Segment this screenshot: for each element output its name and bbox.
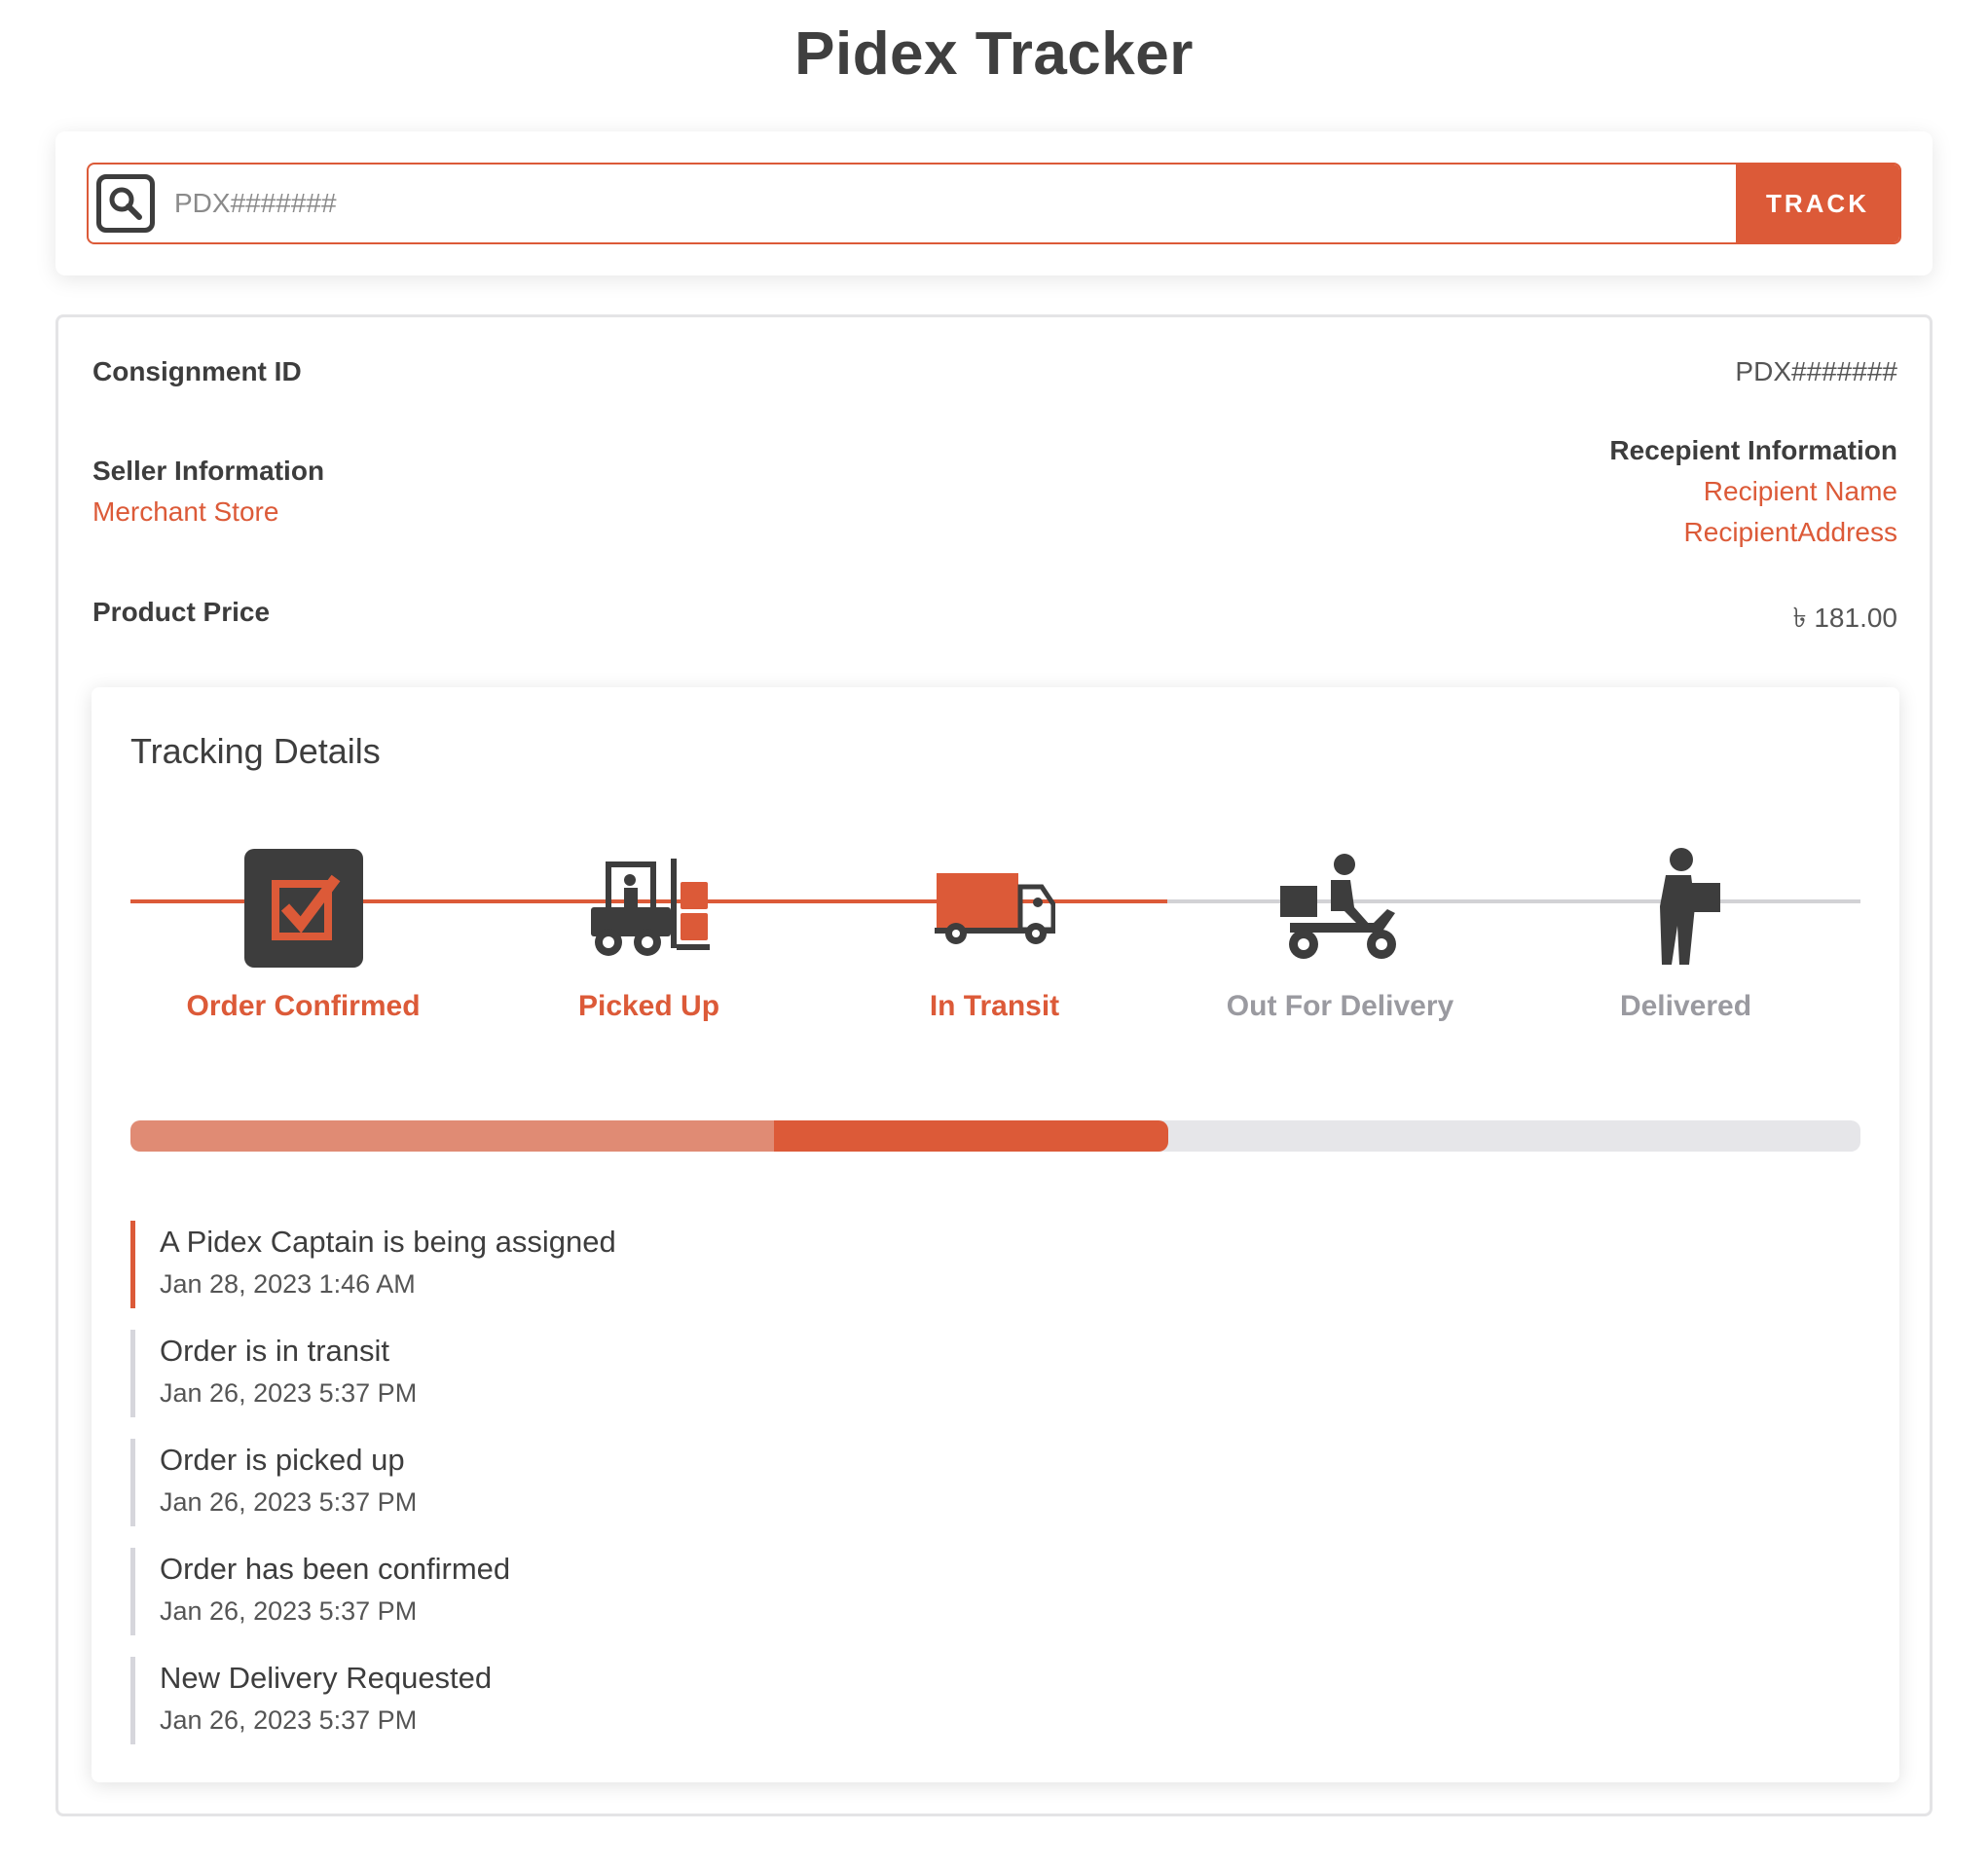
track-button[interactable]: TRACK xyxy=(1736,165,1899,242)
recipient-name: Recipient Name xyxy=(1703,476,1897,506)
search-input[interactable] xyxy=(155,165,1736,242)
history-title: New Delivery Requested xyxy=(160,1661,493,1695)
history-item: Order has been confirmed Jan 26, 2023 5:… xyxy=(130,1548,1007,1635)
product-price-label: Product Price xyxy=(92,597,271,627)
step-label: Delivered xyxy=(1619,990,1752,1022)
progress-fill-current xyxy=(774,1120,1169,1152)
checkbox-icon xyxy=(243,848,364,969)
history-item: New Delivery Requested Jan 26, 2023 5:37… xyxy=(130,1657,1007,1744)
step-order-confirmed: Order Confirmed xyxy=(130,848,476,1023)
step-label: Picked Up xyxy=(577,990,720,1022)
search-icon[interactable] xyxy=(96,174,155,233)
history-item: A Pidex Captain is being assigned Jan 28… xyxy=(130,1221,1007,1308)
page-title: Pidex Tracker xyxy=(794,20,1194,88)
history-time: Jan 28, 2023 1:46 AM xyxy=(160,1269,416,1299)
step-label: In Transit xyxy=(929,990,1060,1022)
step-out-for-delivery: Out For Delivery xyxy=(1167,848,1513,1023)
tracking-card: Tracking Details Order Confirmed Picked … xyxy=(92,687,1899,1782)
product-price-value: ৳ 181.00 xyxy=(1792,603,1897,633)
scooter-icon xyxy=(1279,848,1401,969)
search-card: TRACK xyxy=(55,131,1933,275)
step-delivered: Delivered xyxy=(1513,848,1859,1023)
consignment-id-label: Consignment ID xyxy=(92,356,302,386)
history-title: A Pidex Captain is being assigned xyxy=(160,1225,616,1259)
history-title: Order is picked up xyxy=(160,1443,405,1477)
history-item: Order is picked up Jan 26, 2023 5:37 PM xyxy=(130,1439,1007,1526)
tracking-title: Tracking Details xyxy=(130,731,381,771)
history-time: Jan 26, 2023 5:37 PM xyxy=(160,1487,418,1517)
history-time: Jan 26, 2023 5:37 PM xyxy=(160,1378,418,1408)
step-label: Out For Delivery xyxy=(1226,990,1454,1022)
history-time: Jan 26, 2023 5:37 PM xyxy=(160,1596,418,1626)
seller-name: Merchant Store xyxy=(92,496,279,527)
history-title: Order has been confirmed xyxy=(160,1552,511,1586)
history-item: Order is in transit Jan 26, 2023 5:37 PM xyxy=(130,1330,1007,1417)
recipient-address: RecipientAddress xyxy=(1683,517,1897,547)
delivery-progress-bar xyxy=(130,1120,1860,1152)
forklift-icon xyxy=(589,848,710,969)
consignment-id-value: PDX####### xyxy=(1735,356,1897,386)
step-in-transit: In Transit xyxy=(822,848,1167,1023)
history-time: Jan 26, 2023 5:37 PM xyxy=(160,1705,418,1735)
recipient-info-label: Recepient Information xyxy=(1609,435,1897,465)
history-title: Order is in transit xyxy=(160,1334,390,1368)
step-picked-up: Picked Up xyxy=(476,848,822,1023)
search-bar: TRACK xyxy=(87,163,1901,244)
seller-info-label: Seller Information xyxy=(92,456,325,486)
consignment-details-panel: Consignment ID PDX####### Seller Informa… xyxy=(55,314,1933,1816)
step-label: Order Confirmed xyxy=(186,990,421,1022)
truck-icon xyxy=(934,848,1055,969)
person-box-icon xyxy=(1626,848,1747,969)
progress-fill-previous xyxy=(130,1120,775,1152)
